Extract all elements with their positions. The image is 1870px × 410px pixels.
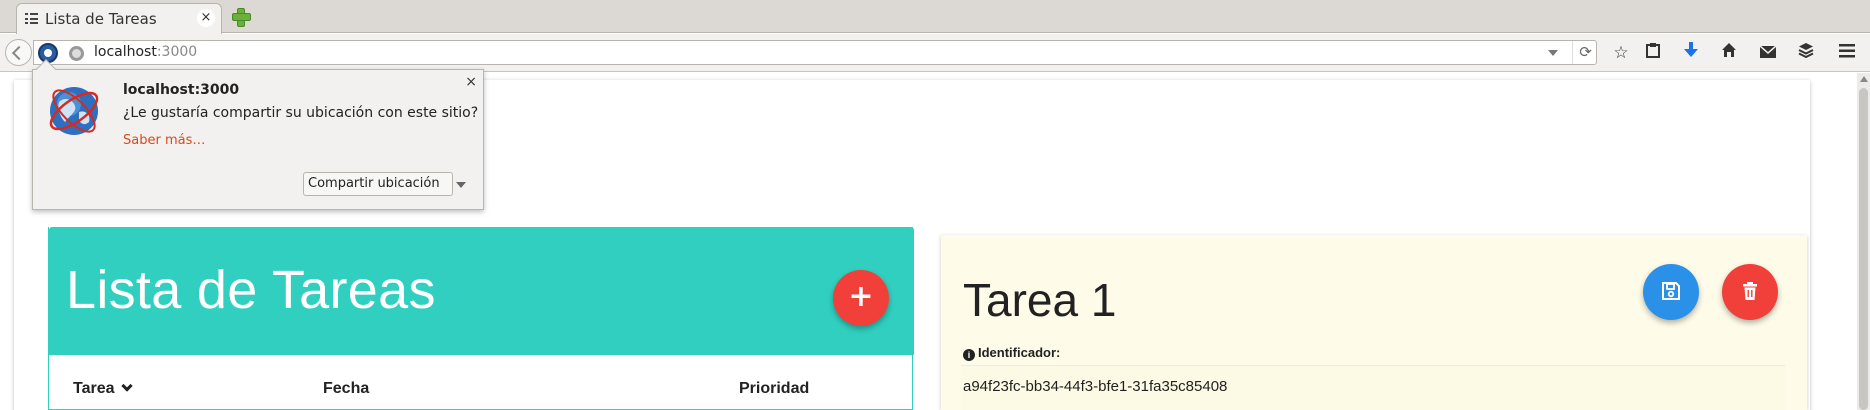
learn-more-link[interactable]: Saber más… [123, 133, 205, 148]
list-icon [25, 13, 38, 24]
add-task-button[interactable]: + [833, 270, 889, 326]
column-header-fecha[interactable]: Fecha [323, 380, 369, 398]
popup-close-button[interactable]: × [465, 75, 477, 89]
home-icon[interactable] [1718, 42, 1740, 64]
pocket-icon[interactable] [1795, 42, 1817, 64]
info-circle-icon: i [963, 349, 975, 361]
url-text[interactable]: localhost:3000 [94, 44, 197, 60]
mail-icon[interactable] [1757, 42, 1779, 64]
tab-strip: Lista de Tareas × [0, 0, 1870, 34]
popup-host: localhost:3000 [123, 82, 240, 98]
task-detail-panel: Tarea 1 i Identificador: a94f23fc-bb34-44… [941, 235, 1807, 410]
save-icon [1662, 282, 1680, 300]
identifier-label: i Identificador: [963, 345, 1060, 361]
column-label: Tarea [73, 380, 115, 397]
clipboard-icon[interactable] [1642, 42, 1664, 64]
geolocation-permission-popup: × localhost:3000 ¿Le gustaría compartir … [32, 59, 484, 210]
url-bar[interactable]: localhost:3000 ⟳ [33, 40, 1597, 65]
identifier-value: a94f23fc-bb34-44f3-bfe1-31fa35c85408 [963, 378, 1228, 395]
scroll-up-arrow[interactable] [1860, 76, 1868, 82]
column-header-prioridad[interactable]: Prioridad [739, 380, 809, 398]
task-detail-title: Tarea 1 [963, 274, 1117, 326]
geolocation-globe-icon [45, 82, 103, 140]
history-dropdown-icon[interactable] [1548, 50, 1558, 56]
site-info-icon[interactable] [69, 46, 84, 61]
url-host: localhost [94, 44, 157, 60]
menu-icon[interactable] [1836, 42, 1858, 64]
share-location-dropdown-icon[interactable] [456, 182, 466, 188]
popup-message: ¿Le gustaría compartir su ubicación con … [123, 105, 479, 121]
location-permission-icon[interactable] [38, 43, 58, 63]
tab-close-button[interactable]: × [197, 9, 215, 27]
url-port: :3000 [156, 44, 198, 60]
browser-tab[interactable]: Lista de Tareas × [16, 3, 222, 34]
delete-task-button[interactable] [1722, 264, 1778, 320]
task-list-panel: Lista de Tareas + Tarea Fecha Prioridad [48, 227, 914, 410]
tab-title: Lista de Tareas [45, 10, 157, 28]
back-button[interactable] [5, 39, 32, 66]
nav-bar: localhost:3000 ⟳ ☆ [0, 34, 1870, 72]
scrollbar-thumb[interactable] [1859, 88, 1868, 410]
identifier-label-text: Identificador: [978, 345, 1061, 360]
reload-button[interactable]: ⟳ [1572, 41, 1598, 64]
trash-icon [1743, 282, 1757, 300]
column-header-tarea[interactable]: Tarea [73, 380, 133, 398]
chevron-down-icon [120, 380, 133, 392]
task-list-header: Lista de Tareas + [49, 227, 914, 355]
bookmark-star-icon[interactable]: ☆ [1610, 42, 1632, 64]
identifier-field: a94f23fc-bb34-44f3-bfe1-31fa35c85408 [961, 365, 1785, 410]
share-location-button[interactable]: Compartir ubicación [303, 172, 453, 196]
task-list-title: Lista de Tareas [66, 260, 436, 320]
new-tab-icon[interactable] [232, 8, 251, 27]
save-task-button[interactable] [1643, 264, 1699, 320]
download-icon[interactable] [1680, 42, 1702, 64]
